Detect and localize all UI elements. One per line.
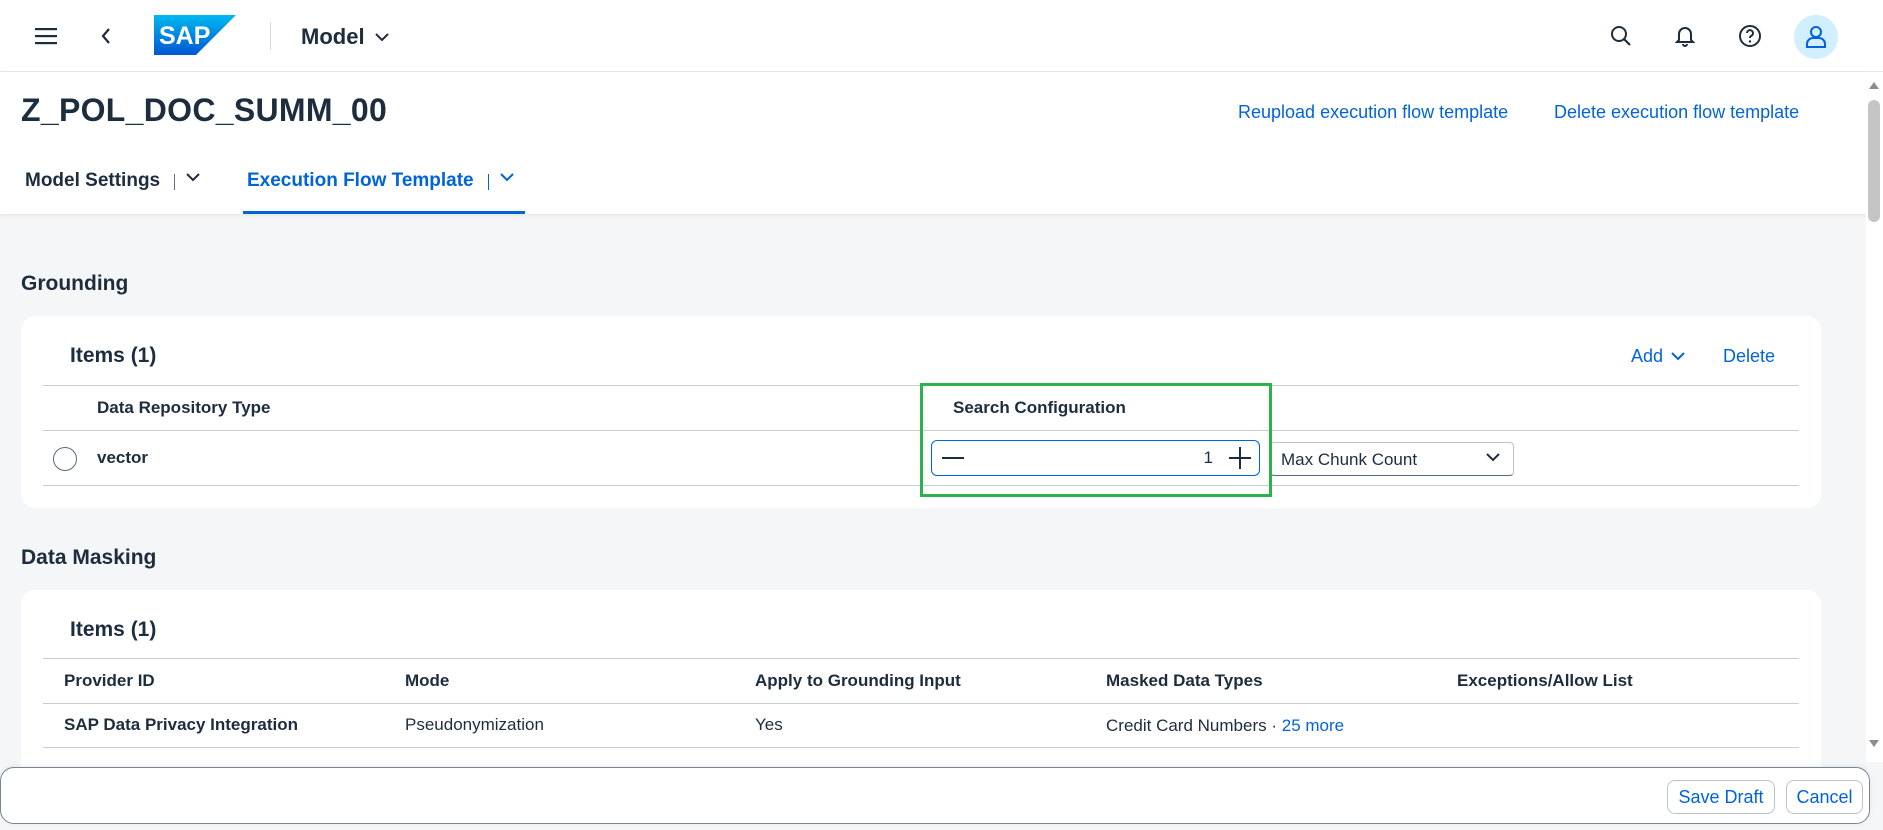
shell-bar: SAP Model xyxy=(0,0,1883,72)
column-header-exceptions: Exceptions/Allow List xyxy=(1457,671,1633,690)
footer-toolbar: Save Draft Cancel xyxy=(0,767,1870,824)
tab-label: Execution Flow Template xyxy=(247,170,474,191)
menu-icon[interactable] xyxy=(28,18,64,54)
chevron-down-icon xyxy=(374,32,389,41)
chevron-down-icon[interactable] xyxy=(185,172,201,182)
divider xyxy=(43,703,1799,704)
scrollbar-thumb[interactable] xyxy=(1868,100,1880,222)
help-icon[interactable] xyxy=(1732,18,1768,54)
provider-id-cell: SAP Data Privacy Integration xyxy=(64,715,298,734)
scroll-up-icon[interactable] xyxy=(1868,80,1880,90)
search-config-select[interactable]: Max Chunk Count xyxy=(1270,442,1514,476)
column-header-repo-type: Data Repository Type xyxy=(97,398,271,417)
tab-divider xyxy=(487,174,489,190)
column-header-provider-id: Provider ID xyxy=(64,671,155,690)
shell-title-menu[interactable]: Model xyxy=(301,24,389,50)
repo-type-cell: vector xyxy=(97,448,149,467)
search-icon[interactable] xyxy=(1603,18,1639,54)
add-button[interactable]: Add xyxy=(1631,346,1685,367)
cancel-button[interactable]: Cancel xyxy=(1786,780,1863,814)
shell-separator xyxy=(270,22,271,50)
back-icon[interactable] xyxy=(88,18,124,54)
chevron-down-icon xyxy=(1671,352,1685,361)
chevron-down-icon xyxy=(1486,453,1500,462)
data-masking-items-title: Items (1) xyxy=(70,618,157,641)
shell-title: Model xyxy=(301,24,365,49)
grounding-items-title: Items (1) xyxy=(70,344,157,367)
tab-divider xyxy=(174,174,176,190)
highlight-box xyxy=(920,383,1272,497)
chevron-down-icon[interactable] xyxy=(499,172,515,182)
grounding-section-title: Grounding xyxy=(21,272,129,295)
divider xyxy=(43,658,1799,659)
tab-model-settings[interactable]: Model Settings xyxy=(25,168,201,214)
tab-execution-flow-template[interactable]: Execution Flow Template xyxy=(243,168,525,214)
column-header-mode: Mode xyxy=(405,671,450,690)
scroll-down-icon[interactable] xyxy=(1868,738,1880,748)
column-header-apply-grounding: Apply to Grounding Input xyxy=(755,671,961,690)
more-link[interactable]: 25 more xyxy=(1282,716,1344,735)
delete-template-link[interactable]: Delete execution flow template xyxy=(1554,102,1799,123)
masked-types-text: Credit Card Numbers · xyxy=(1106,716,1277,735)
data-masking-section-title: Data Masking xyxy=(21,546,157,569)
select-value: Max Chunk Count xyxy=(1281,450,1418,469)
column-header-masked-types: Masked Data Types xyxy=(1106,671,1263,690)
masked-types-cell: Credit Card Numbers · 25 more xyxy=(1106,716,1344,736)
apply-grounding-cell: Yes xyxy=(755,715,783,734)
sap-logo[interactable]: SAP xyxy=(154,15,236,55)
page-title: Z_POL_DOC_SUMM_00 xyxy=(21,92,388,128)
row-select-radio[interactable] xyxy=(53,447,77,471)
reupload-template-link[interactable]: Reupload execution flow template xyxy=(1238,102,1508,123)
add-label: Add xyxy=(1631,346,1664,366)
divider xyxy=(43,747,1799,748)
delete-button[interactable]: Delete xyxy=(1723,346,1775,367)
tab-label: Model Settings xyxy=(25,170,161,191)
bell-icon[interactable] xyxy=(1667,18,1703,54)
save-draft-button[interactable]: Save Draft xyxy=(1667,780,1775,814)
mode-cell: Pseudonymization xyxy=(405,715,544,734)
user-avatar[interactable] xyxy=(1794,15,1838,59)
object-header: Z_POL_DOC_SUMM_00 Reupload execution flo… xyxy=(0,72,1866,214)
user-icon xyxy=(1806,26,1826,48)
svg-text:SAP: SAP xyxy=(159,22,210,50)
